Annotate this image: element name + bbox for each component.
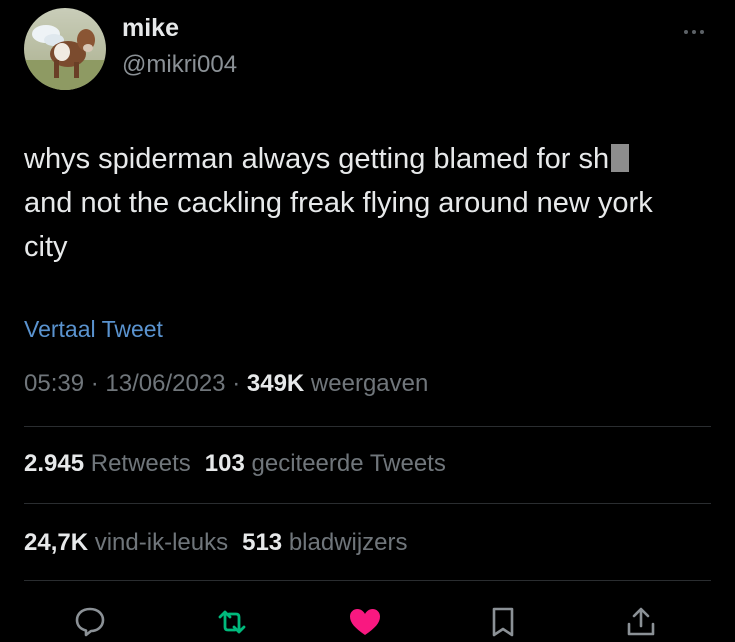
share-icon (627, 607, 655, 636)
retweet-icon (218, 610, 246, 634)
retweets-stat[interactable]: 2.945 Retweets (24, 450, 191, 477)
quotes-label: geciteerde Tweets (251, 450, 446, 477)
redaction-block (611, 144, 630, 172)
tweet-date[interactable]: 13/06/2023 (105, 370, 225, 397)
retweets-label: Retweets (90, 450, 191, 477)
likes-label: vind-ik-leuks (94, 529, 229, 556)
tweet-meta: 05:39 · 13/06/2023 · 349K weergaven (24, 370, 428, 398)
bookmark-icon (492, 607, 514, 637)
retweet-button[interactable] (214, 604, 250, 640)
bookmarks-count: 513 (242, 529, 283, 556)
tweet-text-rest: and not the cackling freak flying around… (24, 187, 653, 263)
bookmarks-label: bladwijzers (288, 529, 408, 556)
views-count: 349K (246, 370, 305, 397)
tweet-text: whys spiderman always getting blamed for… (24, 137, 704, 269)
likes-stat[interactable]: 24,7K vind-ik-leuks (24, 529, 228, 556)
divider (24, 580, 711, 581)
share-button[interactable] (623, 604, 659, 640)
avatar-image (24, 8, 106, 90)
views-label: weergaven (310, 370, 429, 397)
more-dots-icon (684, 30, 704, 34)
like-stats: 24,7K vind-ik-leuks 513 bladwijzers (24, 529, 408, 557)
quotes-count: 103 (204, 450, 245, 477)
like-button[interactable] (347, 604, 383, 640)
tweet-time[interactable]: 05:39 (24, 370, 84, 397)
meta-separator: · (90, 370, 99, 397)
divider (24, 503, 711, 504)
divider (24, 426, 711, 427)
likes-count: 24,7K (24, 529, 89, 556)
heart-icon (350, 609, 380, 635)
more-options-button[interactable] (678, 22, 710, 42)
author-display-name[interactable]: mike (122, 14, 179, 43)
avatar[interactable] (24, 8, 106, 90)
bookmarks-stat[interactable]: 513 bladwijzers (242, 529, 407, 556)
meta-separator: · (232, 370, 241, 397)
translate-tweet-link[interactable]: Vertaal Tweet (24, 316, 163, 343)
reply-icon (75, 607, 105, 637)
retweet-stats: 2.945 Retweets 103 geciteerde Tweets (24, 450, 446, 478)
author-handle[interactable]: @mikri004 (122, 51, 237, 79)
tweet-text-first: whys spiderman always getting blamed for… (24, 143, 610, 175)
retweets-count: 2.945 (24, 450, 85, 477)
reply-button[interactable] (72, 604, 108, 640)
quotes-stat[interactable]: 103 geciteerde Tweets (205, 450, 446, 477)
bookmark-button[interactable] (485, 604, 521, 640)
